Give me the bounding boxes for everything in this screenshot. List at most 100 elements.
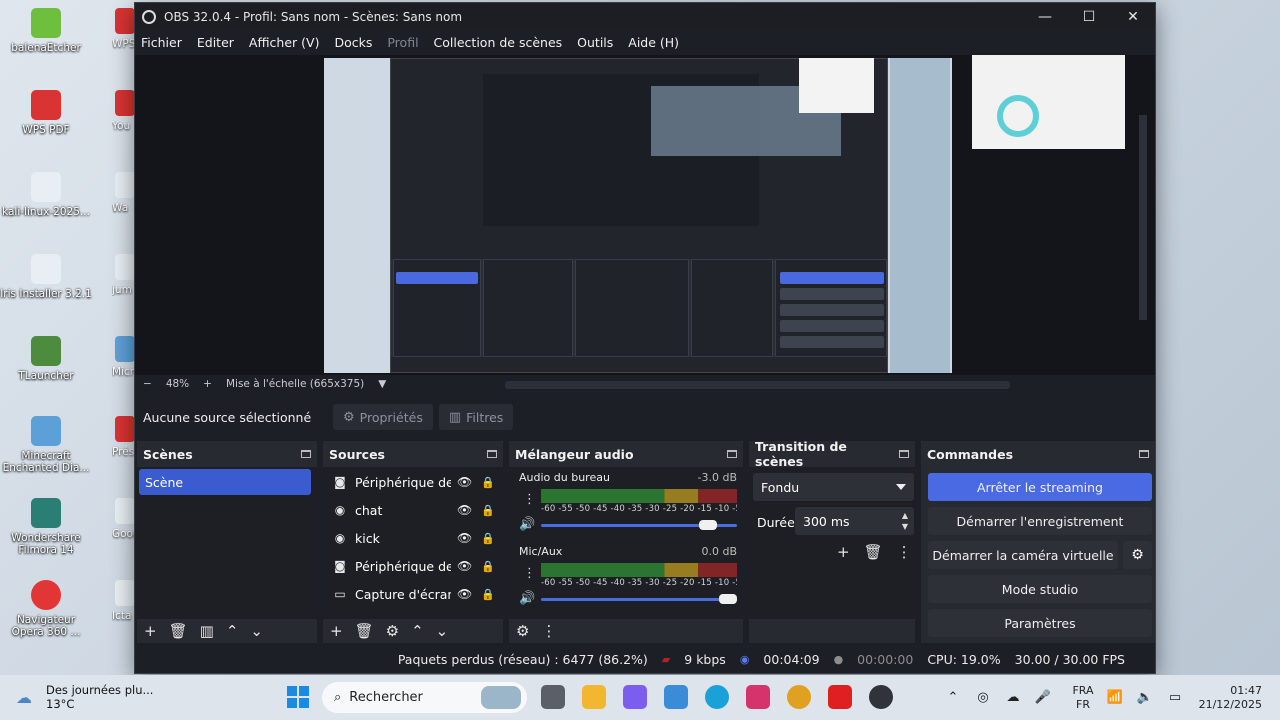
more-icon[interactable]: ⋮ xyxy=(541,622,556,640)
store-icon[interactable] xyxy=(664,685,688,709)
filter-scene-icon[interactable]: ▥ xyxy=(200,622,214,640)
eye-icon[interactable]: 👁 xyxy=(457,503,473,517)
menu-docks[interactable]: Docks xyxy=(334,35,372,50)
youtube-icon[interactable] xyxy=(828,685,852,709)
menu-aide[interactable]: Aide (H) xyxy=(628,35,679,50)
undock-icon[interactable] xyxy=(727,450,737,458)
zoom-in-button[interactable]: + xyxy=(203,378,212,390)
menu-profil[interactable]: Profil xyxy=(387,35,418,50)
cloud-icon[interactable]: ☁ xyxy=(998,690,1028,705)
filters-button[interactable]: ▥ Filtres xyxy=(438,404,514,430)
move-down-icon[interactable]: ⌄ xyxy=(436,622,449,640)
language-indicator[interactable]: FRA FR xyxy=(1066,684,1100,712)
move-down-icon[interactable]: ⌄ xyxy=(250,622,263,640)
task-view-icon[interactable] xyxy=(541,685,565,709)
desktop-icon-wps-pdf[interactable]: WPS PDF xyxy=(0,90,92,136)
lock-icon[interactable]: 🔒 xyxy=(481,560,495,573)
source-row[interactable]: ◉ kick 👁 🔒 xyxy=(323,525,503,551)
source-row[interactable]: ◙ Périphérique de capture 👁 🔒 xyxy=(323,469,503,495)
search-box[interactable]: ⌕ Rechercher xyxy=(322,682,527,713)
lock-icon[interactable]: 🔒 xyxy=(481,476,495,489)
menu-afficher[interactable]: Afficher (V) xyxy=(249,35,320,50)
volume-slider-knob[interactable] xyxy=(719,594,737,604)
desktop-icon-balenaetcher[interactable]: balenaEtcher xyxy=(0,8,92,54)
maximize-button[interactable]: ☐ xyxy=(1067,3,1111,30)
start-button[interactable] xyxy=(287,686,309,708)
remove-transition-icon[interactable]: 🗑 xyxy=(864,543,883,561)
eye-icon[interactable]: 👁 xyxy=(457,531,473,545)
volume-slider[interactable] xyxy=(541,520,737,530)
preview-scrollbar-vertical[interactable] xyxy=(1139,115,1147,320)
lock-icon[interactable]: 🔒 xyxy=(481,588,495,601)
source-row[interactable]: ◉ chat 👁 🔒 xyxy=(323,497,503,523)
studio-mode-button[interactable]: Mode studio xyxy=(928,575,1152,603)
copilot-icon[interactable] xyxy=(623,685,647,709)
volume-slider-knob[interactable] xyxy=(699,520,718,530)
source-row[interactable]: ▭ Capture d'écran 👁 🔒 xyxy=(323,581,503,607)
edge-icon[interactable] xyxy=(705,685,729,709)
desktop-icon-tlauncher[interactable]: TLauncher xyxy=(0,336,92,382)
chrome-icon[interactable] xyxy=(787,685,811,709)
lock-icon[interactable]: 🔒 xyxy=(481,504,495,517)
move-up-icon[interactable]: ⌃ xyxy=(411,622,424,640)
properties-button[interactable]: ⚙ Propriétés xyxy=(333,404,433,430)
start-recording-button[interactable]: Démarrer l'enregistrement xyxy=(928,507,1152,535)
add-source-icon[interactable]: + xyxy=(330,622,343,640)
remove-scene-icon[interactable]: 🗑 xyxy=(169,622,188,640)
speaker-icon[interactable]: 🔊 xyxy=(519,517,535,532)
title-bar[interactable]: OBS 32.0.4 - Profil: Sans nom - Scènes: … xyxy=(135,3,1155,30)
add-transition-icon[interactable]: + xyxy=(837,543,850,561)
preview-canvas[interactable] xyxy=(135,55,1155,389)
more-icon[interactable]: ⋮ xyxy=(523,566,536,581)
eye-icon[interactable]: 👁 xyxy=(457,559,473,573)
settings-button[interactable]: Paramètres xyxy=(928,609,1152,637)
undock-icon[interactable] xyxy=(899,450,909,458)
wifi-icon[interactable]: 📶 xyxy=(1100,690,1130,705)
menu-fichier[interactable]: Fichier xyxy=(141,35,182,50)
volume-slider[interactable] xyxy=(541,594,737,604)
stop-streaming-button[interactable]: Arrêter le streaming xyxy=(928,473,1152,501)
menu-editer[interactable]: Editer xyxy=(197,35,234,50)
eye-icon[interactable]: 👁 xyxy=(457,587,473,601)
spinner-icon[interactable]: ▲ ▼ xyxy=(902,510,908,532)
desktop-icon-kali[interactable]: kali-linux-2025... xyxy=(0,172,92,218)
more-icon[interactable]: ⋮ xyxy=(523,492,536,507)
virtual-camera-button[interactable]: Démarrer la caméra virtuelle xyxy=(928,541,1118,569)
desktop-icon-opera[interactable]: Navigateur Opera 360 ... xyxy=(0,580,92,638)
desktop-icon-filmora[interactable]: Wondershare Filmora 14 xyxy=(0,498,92,556)
source-properties-icon[interactable]: ⚙ xyxy=(386,622,399,640)
menu-collection-scenes[interactable]: Collection de scènes xyxy=(434,35,563,50)
speaker-icon[interactable]: 🔊 xyxy=(519,591,535,606)
add-scene-icon[interactable]: + xyxy=(144,622,157,640)
undock-icon[interactable] xyxy=(1139,450,1149,458)
microphone-icon[interactable]: 🎤 xyxy=(1028,690,1058,705)
undock-icon[interactable] xyxy=(301,450,311,458)
zoom-out-button[interactable]: − xyxy=(143,378,152,390)
lock-icon[interactable]: 🔒 xyxy=(481,532,495,545)
weather-widget[interactable]: ☁ Des journées plu... 13°C xyxy=(16,683,153,711)
undock-icon[interactable] xyxy=(487,450,497,458)
more-icon[interactable]: ⋮ xyxy=(897,543,912,561)
source-row[interactable]: ◙ Périphérique de capture 👁 🔒 xyxy=(323,553,503,579)
file-explorer-icon[interactable] xyxy=(582,685,606,709)
desktop-icon-minecraft[interactable]: Minecraft Enchanted Dia... xyxy=(0,416,92,474)
obs-taskbar-icon[interactable] xyxy=(869,685,893,709)
virtual-camera-settings-button[interactable]: ⚙ xyxy=(1123,541,1152,569)
obs-tray-icon[interactable]: ◎ xyxy=(968,690,998,705)
battery-icon[interactable]: ▭ xyxy=(1160,690,1190,705)
close-button[interactable]: ✕ xyxy=(1111,3,1155,30)
remove-source-icon[interactable]: 🗑 xyxy=(355,622,374,640)
chevron-up-icon[interactable]: ⌃ xyxy=(938,690,968,705)
scale-dropdown-icon[interactable]: ▼ xyxy=(378,378,386,390)
mixer-settings-icon[interactable]: ⚙ xyxy=(516,622,529,640)
duration-field[interactable]: 300 ms ▲ ▼ xyxy=(795,507,914,535)
desktop-icon-iris[interactable]: Iris Installer 3.2.1 xyxy=(0,254,92,300)
scene-item[interactable]: Scène xyxy=(139,469,311,495)
eye-icon[interactable]: 👁 xyxy=(457,475,473,489)
move-up-icon[interactable]: ⌃ xyxy=(226,622,239,640)
transition-select[interactable]: Fondu xyxy=(753,473,914,501)
clock[interactable]: 01:47 21/12/2025 xyxy=(1190,684,1262,712)
minimize-button[interactable]: — xyxy=(1023,3,1067,30)
volume-icon[interactable]: 🔈 xyxy=(1130,690,1160,705)
menu-outils[interactable]: Outils xyxy=(577,35,613,50)
